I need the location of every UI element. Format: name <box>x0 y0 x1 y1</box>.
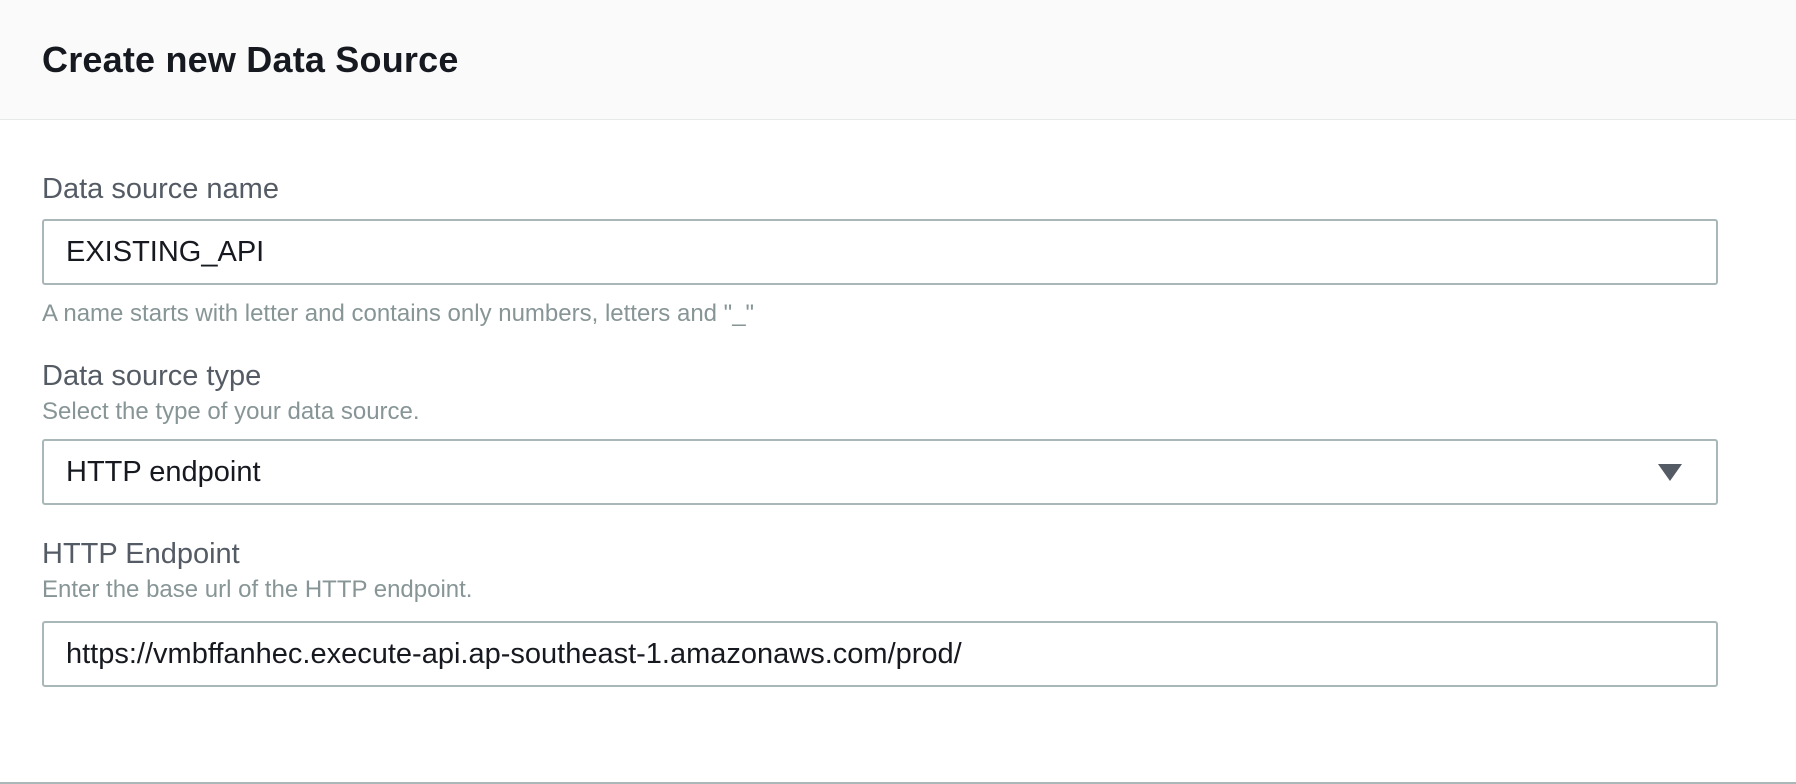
create-data-source-panel: Create new Data Source Data source name … <box>0 0 1796 784</box>
page-title: Create new Data Source <box>42 38 459 80</box>
form-body: Data source name A name starts with lett… <box>0 120 1796 687</box>
data-source-name-input[interactable] <box>42 219 1718 285</box>
data-source-type-field: Data source type Select the type of your… <box>42 359 1718 505</box>
data-source-type-label: Data source type <box>42 360 262 392</box>
http-endpoint-label: HTTP Endpoint <box>42 538 240 570</box>
data-source-type-select[interactable]: HTTP endpoint <box>42 439 1718 505</box>
data-source-name-label: Data source name <box>42 173 279 205</box>
http-endpoint-description: Enter the base url of the HTTP endpoint. <box>42 576 473 603</box>
http-endpoint-input[interactable] <box>42 621 1718 687</box>
data-source-name-hint: A name starts with letter and contains o… <box>42 300 755 327</box>
data-source-type-selected-value: HTTP endpoint <box>66 455 261 488</box>
http-endpoint-field: HTTP Endpoint Enter the base url of the … <box>42 537 1718 687</box>
panel-header: Create new Data Source <box>0 0 1796 120</box>
data-source-type-description: Select the type of your data source. <box>42 398 420 425</box>
caret-down-icon <box>1658 463 1682 481</box>
data-source-name-field: Data source name A name starts with lett… <box>42 172 1718 329</box>
